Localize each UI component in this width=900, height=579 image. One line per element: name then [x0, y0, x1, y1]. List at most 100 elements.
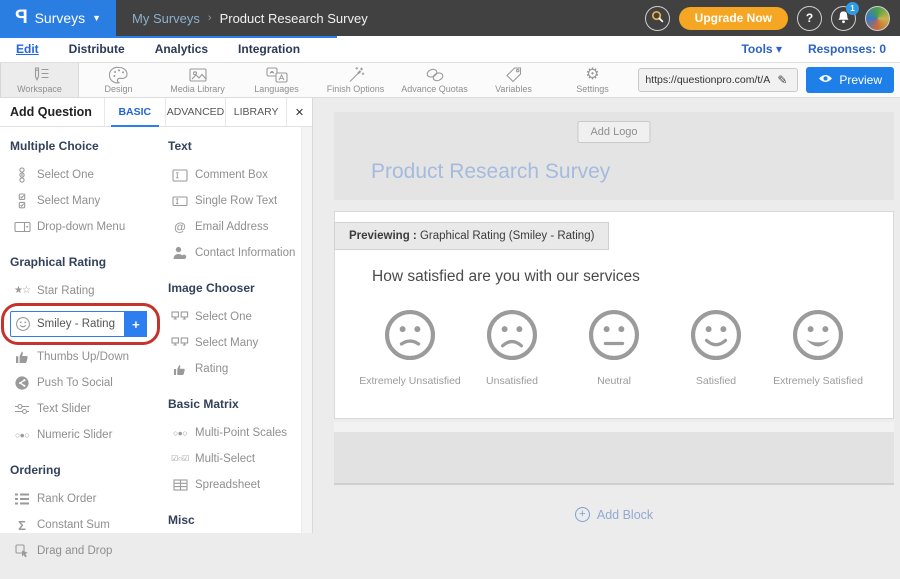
question-mark-icon: ?: [806, 11, 813, 25]
question-type-spreadsheet[interactable]: Spreadsheet: [168, 472, 302, 498]
add-block-button[interactable]: + Add Block: [334, 507, 894, 522]
plus-circle-icon: +: [575, 507, 590, 522]
question-type-comment-box[interactable]: Comment Box: [168, 162, 302, 188]
question-type-multi-point-scales[interactable]: ○●○ Multi-Point Scales: [168, 420, 302, 446]
nav-tab-integration[interactable]: Integration: [238, 42, 300, 56]
close-sidebar-button[interactable]: ✕: [286, 98, 312, 126]
multipoint-icon: ○●○: [168, 429, 192, 438]
question-type-single-row-text[interactable]: Single Row Text: [168, 188, 302, 214]
question-type-text-slider[interactable]: Text Slider: [10, 396, 168, 422]
add-logo-button[interactable]: Add Logo: [577, 121, 650, 143]
sigma-icon: Σ: [10, 519, 34, 532]
toolbar-item-settings[interactable]: ⚙ Settings: [553, 63, 632, 97]
smiley-option-extremely-unsatisfied[interactable]: Extremely Unsatisfied: [359, 308, 461, 387]
toolbar-item-workspace[interactable]: Workspace: [0, 63, 79, 97]
questionpro-logo-icon: P: [15, 7, 28, 29]
sidebar-tabs: BASICADVANCEDLIBRARY: [104, 98, 286, 126]
notifications-button[interactable]: 1: [831, 6, 856, 31]
image-select-icon: [168, 311, 192, 324]
question-type-star-rating[interactable]: ★☆ Star Rating: [10, 278, 168, 304]
toolbar-item-finish-options[interactable]: Finish Options: [316, 63, 395, 97]
sidebar-tab-basic[interactable]: BASIC: [104, 98, 165, 126]
languages-icon: [266, 67, 288, 83]
workspace-icon: [29, 67, 51, 83]
section-heading: Basic Matrix: [168, 397, 302, 411]
add-smiley-rating-button[interactable]: +: [125, 311, 147, 337]
chevron-down-icon: ▼: [92, 13, 101, 23]
section-text: Text Comment Box Single Row Text @ Email…: [168, 139, 302, 266]
sidebar-tab-advanced[interactable]: ADVANCED: [165, 98, 226, 126]
text-slider-icon: [10, 402, 34, 416]
question-type-multi-select[interactable]: ☑○☑ Multi-Select: [168, 446, 302, 472]
question-type-rating[interactable]: Rating: [168, 356, 302, 382]
smiley-rating-item[interactable]: Smiley - Rating: [10, 311, 125, 337]
question-type-drop-down-menu[interactable]: Drop-down Menu: [10, 214, 168, 240]
section-heading: Image Chooser: [168, 281, 302, 295]
question-type-smiley-rating: Smiley - Rating +: [10, 307, 168, 341]
edit-url-pencil-icon[interactable]: ✎: [777, 73, 787, 87]
question-type-numeric-slider[interactable]: ○●○ Numeric Slider: [10, 422, 168, 448]
nav-tab-analytics[interactable]: Analytics: [155, 42, 208, 56]
section-basic-matrix: Basic Matrix ○●○ Multi-Point Scales ☑○☑ …: [168, 397, 302, 498]
smiley-option-extremely-satisfied[interactable]: Extremely Satisfied: [767, 308, 869, 387]
upgrade-now-button[interactable]: Upgrade Now: [679, 7, 788, 30]
smiley-option-unsatisfied[interactable]: Unsatisfied: [461, 308, 563, 387]
survey-url-box: ✎: [638, 68, 798, 92]
nav-tab-distribute[interactable]: Distribute: [69, 42, 125, 56]
question-type-push-to-social[interactable]: Push To Social: [10, 370, 168, 396]
question-type-rank-order[interactable]: Rank Order: [10, 486, 168, 512]
question-type-select-one[interactable]: Select One: [10, 162, 168, 188]
numeric-slider-icon: ○●○: [10, 431, 34, 440]
responses-count[interactable]: Responses: 0: [808, 42, 886, 56]
breadcrumb-my-surveys[interactable]: My Surveys: [132, 11, 200, 26]
section-misc: Misc: [168, 513, 302, 527]
smiley-option-label: Extremely Unsatisfied: [359, 375, 461, 387]
toolbar-item-design[interactable]: Design: [79, 63, 158, 97]
question-type-email-address[interactable]: @ Email Address: [168, 214, 302, 240]
nav-tab-edit[interactable]: Edit: [16, 42, 39, 56]
smiley-option-label: Satisfied: [696, 375, 736, 387]
search-button[interactable]: [645, 6, 670, 31]
sidebar-scrollbar[interactable]: [301, 127, 312, 533]
tools-dropdown[interactable]: Tools ▾: [741, 42, 781, 56]
empty-block-placeholder: [334, 432, 894, 485]
image-rating-icon: [168, 363, 192, 376]
avatar[interactable]: [865, 6, 890, 31]
sidebar-tab-library[interactable]: LIBRARY: [225, 98, 286, 126]
questionpro-logo[interactable]: P Surveys ▼: [0, 0, 116, 36]
section-graphical-rating: Graphical Rating ★☆ Star Rating Smiley -…: [10, 255, 168, 448]
toolbar-item-languages[interactable]: Languages: [237, 63, 316, 97]
smiley-face-icon: [383, 308, 437, 362]
survey-nav-right: Tools ▾ Responses: 0: [741, 42, 900, 56]
survey-url-input[interactable]: [645, 74, 777, 86]
email-icon: @: [168, 221, 192, 233]
question-type-thumbs-up-down[interactable]: Thumbs Up/Down: [10, 344, 168, 370]
drag-drop-icon: [10, 544, 34, 558]
question-type-select-many[interactable]: Select Many: [168, 330, 302, 356]
help-button[interactable]: ?: [797, 6, 822, 31]
section-heading: Text: [168, 139, 302, 153]
toolbar-item-media-library[interactable]: Media Library: [158, 63, 237, 97]
image-select-icon: [168, 337, 192, 350]
smiley-option-satisfied[interactable]: Satisfied: [665, 308, 767, 387]
nav-accent-bar: [0, 36, 337, 38]
question-type-constant-sum[interactable]: Σ Constant Sum: [10, 512, 168, 538]
toolbar-item-advance-quotas[interactable]: Advance Quotas: [395, 63, 474, 97]
question-type-contact-information[interactable]: Contact Information: [168, 240, 302, 266]
question-type-select-many[interactable]: Select Many: [10, 188, 168, 214]
star-icon: ★☆: [10, 286, 34, 296]
smiley-face-icon: [689, 308, 743, 362]
question-text[interactable]: How satisfied are you with our services: [372, 268, 640, 286]
sidebar-title: Add Question: [0, 98, 104, 126]
smiley-option-neutral[interactable]: Neutral: [563, 308, 665, 387]
smiley-face-icon: [791, 308, 845, 362]
question-type-select-one[interactable]: Select One: [168, 304, 302, 330]
survey-canvas: Add Logo Product Research Survey Preview…: [314, 98, 900, 533]
toolbar-right: ✎ Preview: [638, 63, 900, 97]
survey-title[interactable]: Product Research Survey: [371, 160, 610, 184]
dropdown-icon: [10, 221, 34, 233]
toolbar-item-variables[interactable]: Variables: [474, 63, 553, 97]
preview-button[interactable]: Preview: [806, 67, 894, 93]
question-type-drag-and-drop[interactable]: Drag and Drop: [10, 538, 168, 564]
sidebar-column-2: Text Comment Box Single Row Text @ Email…: [168, 139, 302, 579]
